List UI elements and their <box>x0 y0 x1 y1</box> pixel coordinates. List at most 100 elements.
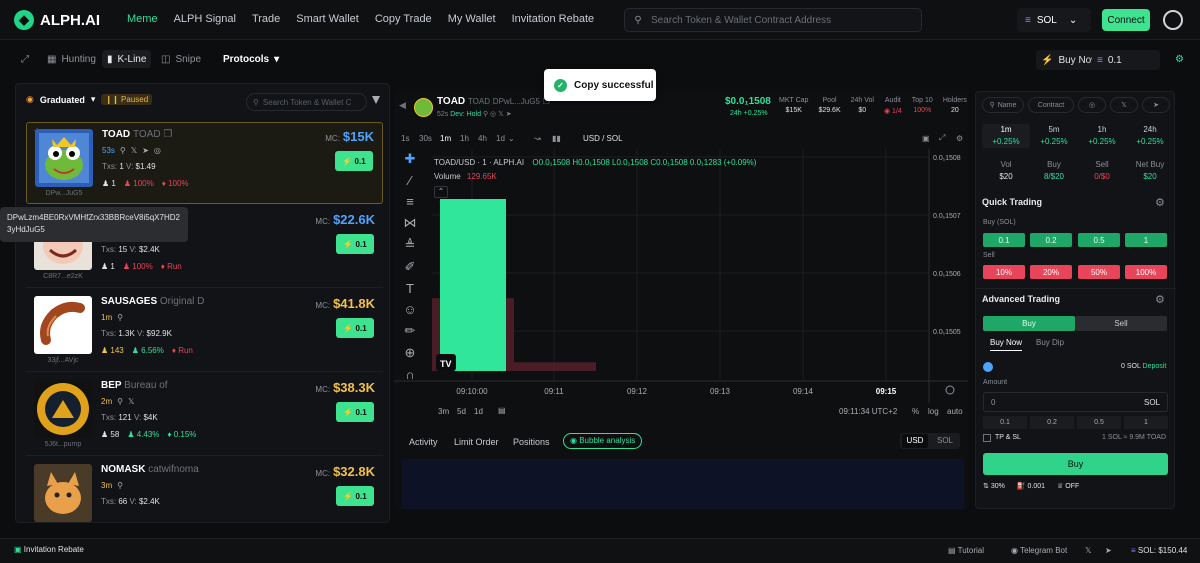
zoom-icon[interactable]: ⊕ <box>405 345 416 361</box>
tf-24h[interactable]: 24h +0.25% <box>1126 124 1174 148</box>
log-toggle[interactable]: log <box>928 407 939 416</box>
ruler-icon[interactable]: ✏ <box>405 323 416 339</box>
nav-my-wallet[interactable]: My Wallet <box>448 13 496 25</box>
tutorial-link[interactable]: ▤ Tutorial <box>948 546 984 555</box>
tpsl-checkbox[interactable] <box>983 434 991 442</box>
range-3m[interactable]: 3m <box>438 407 449 416</box>
token-card[interactable]: ☆ DPw...JuG5 TOAD TOAD ❐ 53s⚲𝕏➤◎ Txs: 1 … <box>26 122 383 204</box>
price-chart[interactable]: 09:10:00 09:11 09:12 09:13 09:14 09:15 0.0₁15… <box>394 149 968 409</box>
pattern-icon[interactable]: ⋈ <box>404 215 417 231</box>
trendline-icon[interactable]: ∕ <box>409 173 411 188</box>
bubble-analysis-button[interactable]: ◉ Bubble analysis <box>563 433 643 449</box>
tf-5m[interactable]: 5m +0.25% <box>1030 124 1078 148</box>
sell-tab[interactable]: Sell <box>1075 316 1167 331</box>
token-card[interactable]: NOMASK catwifnoma 3m ⚲ Txs: 66 V: $2.4K M… <box>26 458 383 522</box>
preset-1[interactable]: 1 <box>1124 416 1168 429</box>
filter-icon[interactable] <box>372 96 380 104</box>
preset-0-1[interactable]: 0.1 <box>983 416 1027 429</box>
amount-input[interactable]: 0 SOL <box>983 392 1168 412</box>
currency-switch[interactable]: USD SOL <box>900 433 960 449</box>
fib-icon[interactable]: ≜ <box>405 237 416 253</box>
quick-buy-button[interactable]: ⚡ 0.1 <box>336 318 374 338</box>
tab-limit-order[interactable]: Limit Order <box>454 437 499 447</box>
interval-1s[interactable]: 1s <box>401 134 409 143</box>
magnet-icon[interactable]: ∩ <box>405 367 414 382</box>
name-filter[interactable]: ⚲ Name <box>982 97 1024 113</box>
token-card[interactable]: 33jf...AVjc SAUSAGES Original D 1m ⚲ Txs:… <box>26 290 383 372</box>
buy-tab[interactable]: Buy <box>983 316 1075 331</box>
buy-amount-input[interactable]: ≡ 0.1 <box>1092 50 1160 70</box>
auto-toggle[interactable]: auto <box>947 407 963 416</box>
x-icon[interactable]: 𝕏 <box>1085 546 1091 555</box>
indicators-icon[interactable]: ↝ <box>534 134 541 143</box>
chain-selector[interactable]: ≡ SOL ⌄ <box>1017 8 1091 32</box>
globe-icon[interactable]: ◎ <box>1078 97 1106 113</box>
token-card[interactable]: 5J6t...pump BEP Bureau of 2m ⚲ 𝕏 Txs: 121 … <box>26 374 383 456</box>
settings-icon[interactable]: ⚙ <box>1155 196 1165 209</box>
telegram-icon[interactable]: ➤ <box>1142 97 1170 113</box>
settings-icon[interactable]: ⚙ <box>1170 50 1189 68</box>
quick-buy-0-1[interactable]: 0.1 <box>983 233 1025 247</box>
calendar-icon[interactable]: ▤ <box>498 406 506 415</box>
nav-alph-signal[interactable]: ALPH Signal <box>174 13 236 25</box>
chart-canvas[interactable]: 09:10:00 09:11 09:12 09:13 09:14 09:15 0.0₁15… <box>394 149 968 403</box>
candle-style-icon[interactable]: ▮▮ <box>552 134 561 143</box>
quick-buy-button[interactable]: ⚡ 0.1 <box>336 234 374 254</box>
chevron-down-icon[interactable]: ⌄ <box>508 134 515 143</box>
collapse-legend-button[interactable]: ⌃ <box>434 186 448 198</box>
emoji-icon[interactable]: ☺ <box>403 302 416 317</box>
quick-buy-0-2[interactable]: 0.2 <box>1030 233 1072 247</box>
logo[interactable]: ◆ ALPH.AI <box>14 10 100 30</box>
quick-sell-50[interactable]: 50% <box>1078 265 1120 279</box>
invitation-rebate-link[interactable]: ▣ Invitation Rebate <box>14 545 84 554</box>
tab-snipe[interactable]: ◫ Snipe <box>156 50 206 68</box>
settings-icon[interactable]: ⚙ <box>1155 293 1165 306</box>
range-1d[interactable]: 1d <box>474 407 483 416</box>
quick-buy-1[interactable]: 1 <box>1125 233 1167 247</box>
quick-sell-20[interactable]: 20% <box>1030 265 1072 279</box>
x-icon[interactable]: 𝕏 <box>1110 97 1138 113</box>
trade-settings[interactable]: ⇅ 30% ⛽ 0.001 ♕ OFF <box>983 482 1079 490</box>
preset-0-2[interactable]: 0.2 <box>1030 416 1074 429</box>
crosshair-icon[interactable]: ✚ <box>405 151 416 167</box>
interval-30s[interactable]: 30s <box>419 134 432 143</box>
interval-1d[interactable]: 1d <box>496 134 505 143</box>
quick-sell-100[interactable]: 100% <box>1125 265 1167 279</box>
horizontal-lines-icon[interactable]: ≡ <box>406 194 414 209</box>
tab-hunting[interactable]: ▦ Hunting <box>42 50 101 68</box>
contract-filter[interactable]: Contract <box>1028 97 1074 113</box>
settings-icon[interactable] <box>1163 10 1183 30</box>
tf-1h[interactable]: 1h +0.25% <box>1078 124 1126 148</box>
tab-kline[interactable]: ▮ K-Line <box>102 50 152 68</box>
quick-buy-0-5[interactable]: 0.5 <box>1078 233 1120 247</box>
text-icon[interactable]: T <box>406 281 414 296</box>
deposit-link[interactable]: Deposit <box>1143 363 1167 370</box>
fullscreen-icon[interactable]: ⤢ <box>939 133 945 143</box>
buy-button[interactable]: Buy <box>983 453 1168 475</box>
tf-1m[interactable]: 1m +0.25% <box>982 124 1030 148</box>
interval-4h[interactable]: 4h <box>478 134 487 143</box>
currency-toggle[interactable]: USD / SOL <box>583 134 623 143</box>
global-search[interactable]: ⚲ Search Token & Wallet Contract Address <box>624 8 922 32</box>
telegram-icon[interactable]: ➤ <box>1105 546 1112 555</box>
range-5d[interactable]: 5d <box>457 407 466 416</box>
quick-buy-button[interactable]: ⚡ 0.1 <box>336 402 374 422</box>
tab-activity[interactable]: Activity <box>409 437 438 447</box>
percent-toggle[interactable]: % <box>912 407 919 416</box>
nav-meme[interactable]: Meme <box>127 13 158 25</box>
quick-sell-10[interactable]: 10% <box>983 265 1025 279</box>
interval-1m[interactable]: 1m <box>440 134 451 143</box>
nav-smart-wallet[interactable]: Smart Wallet <box>296 13 359 25</box>
graduated-dropdown[interactable]: Graduated <box>40 95 85 105</box>
settings-icon[interactable]: ⚙ <box>956 134 963 143</box>
brush-icon[interactable]: ✐ <box>405 259 416 275</box>
tab-positions[interactable]: Positions <box>513 437 550 447</box>
quick-buy-button[interactable]: ⚡ 0.1 <box>336 486 374 506</box>
fullscreen-icon[interactable]: ⤢ <box>16 50 34 68</box>
camera-icon[interactable]: ▣ <box>922 134 930 143</box>
nav-trade[interactable]: Trade <box>252 13 280 25</box>
buy-now-tab[interactable]: Buy Now <box>990 338 1023 351</box>
nav-invitation-rebate[interactable]: Invitation Rebate <box>512 13 595 25</box>
telegram-bot-link[interactable]: ◉ Telegram Bot <box>1011 546 1067 555</box>
connect-button[interactable]: Connect <box>1102 9 1150 31</box>
